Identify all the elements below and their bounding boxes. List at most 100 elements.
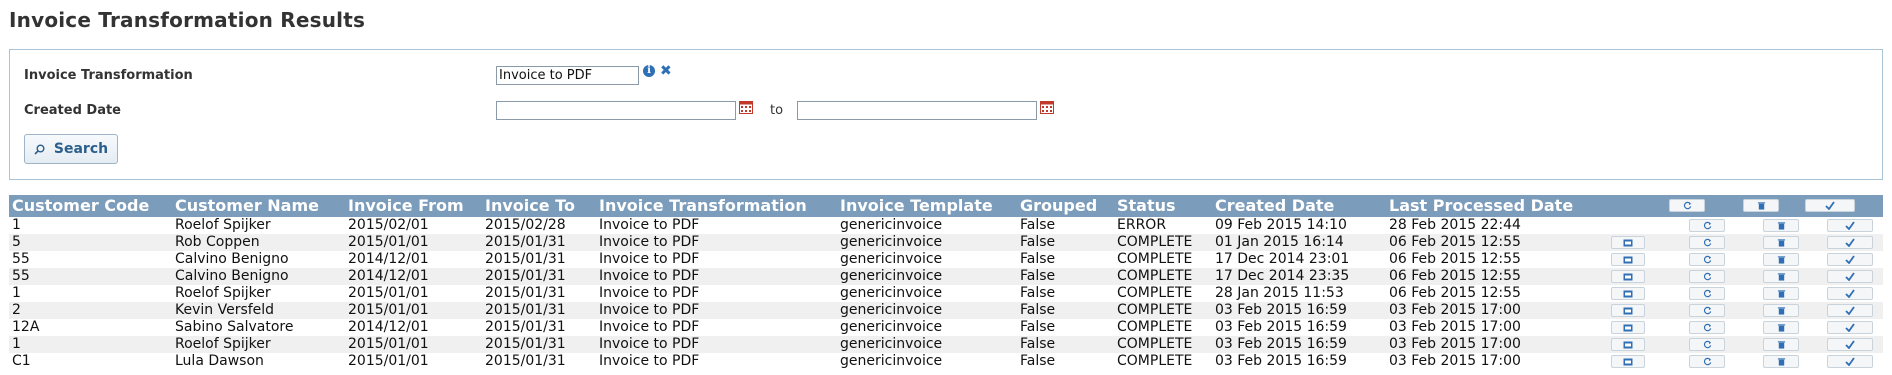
search-button-label: Search — [53, 141, 109, 157]
transformation-input[interactable] — [496, 66, 639, 85]
col-invoice-from[interactable]: Invoice From — [348, 196, 464, 215]
view-button[interactable] — [1611, 338, 1645, 351]
calendar-icon[interactable] — [739, 100, 753, 114]
delete-button[interactable] — [1763, 236, 1799, 249]
cell-customer-name: Sabino Salvatore — [175, 319, 294, 335]
reprocess-button[interactable] — [1689, 355, 1725, 368]
table-row[interactable]: C1 Lula Dawson 2015/01/01 2015/01/31 Invoice… — [9, 353, 1883, 370]
delete-all-button[interactable] — [1743, 199, 1779, 212]
cell-customer-name: Rob Coppen — [175, 234, 260, 250]
col-last-processed-date[interactable]: Last Processed Date — [1389, 196, 1573, 215]
view-button[interactable] — [1611, 304, 1645, 317]
search-button[interactable]: Search — [24, 134, 118, 164]
view-icon — [1623, 307, 1633, 314]
approve-button[interactable] — [1827, 304, 1873, 317]
view-button[interactable] — [1611, 270, 1645, 283]
approve-button[interactable] — [1827, 253, 1873, 266]
delete-button[interactable] — [1763, 270, 1799, 283]
reprocess-button[interactable] — [1689, 304, 1725, 317]
table-row[interactable]: 12A Sabino Salvatore 2014/12/01 2015/01/31 I… — [9, 319, 1883, 336]
cell-last-processed-date: 28 Feb 2015 22:44 — [1389, 217, 1521, 233]
cell-invoice-template: genericinvoice — [840, 285, 943, 301]
cell-customer-code: 55 — [12, 251, 30, 267]
table-row[interactable]: 1 Roelof Spijker 2015/02/01 2015/02/28 Invoi… — [9, 217, 1883, 234]
delete-button[interactable] — [1763, 304, 1799, 317]
table-row[interactable]: 55 Calvino Benigno 2014/12/01 2015/01/31 Inv… — [9, 268, 1883, 285]
view-icon — [1623, 324, 1633, 331]
col-created-date[interactable]: Created Date — [1215, 196, 1334, 215]
cell-created-date: 17 Dec 2014 23:01 — [1215, 251, 1350, 267]
reprocess-icon — [1703, 340, 1711, 349]
reprocess-icon — [1703, 272, 1711, 281]
cell-created-date: 17 Dec 2014 23:35 — [1215, 268, 1350, 284]
delete-button[interactable] — [1763, 355, 1799, 368]
view-button[interactable] — [1611, 355, 1645, 368]
approve-button[interactable] — [1827, 270, 1873, 283]
to-label: to — [770, 103, 784, 118]
reprocess-icon — [1703, 323, 1711, 332]
calendar-icon[interactable] — [1040, 100, 1054, 114]
date-from-input[interactable] — [496, 101, 736, 120]
col-invoice-transformation[interactable]: Invoice Transformation — [599, 196, 807, 215]
delete-button[interactable] — [1763, 338, 1799, 351]
reprocess-button[interactable] — [1689, 253, 1725, 266]
approve-button[interactable] — [1827, 321, 1873, 334]
cell-customer-code: 1 — [12, 285, 21, 301]
approve-all-button[interactable] — [1805, 199, 1855, 212]
approve-button[interactable] — [1827, 219, 1873, 232]
approve-button[interactable] — [1827, 287, 1873, 300]
view-button[interactable] — [1611, 321, 1645, 334]
approve-icon — [1845, 221, 1855, 230]
delete-button[interactable] — [1763, 287, 1799, 300]
col-status[interactable]: Status — [1117, 196, 1176, 215]
cell-last-processed-date: 03 Feb 2015 17:00 — [1389, 319, 1521, 335]
date-to-input[interactable] — [797, 101, 1037, 120]
cell-customer-code: 2 — [12, 302, 21, 318]
cell-invoice-transformation: Invoice to PDF — [599, 251, 700, 267]
cell-status: COMPLETE — [1117, 234, 1193, 250]
delete-icon — [1777, 290, 1785, 298]
col-invoice-to[interactable]: Invoice To — [485, 196, 575, 215]
reprocess-button[interactable] — [1689, 270, 1725, 283]
approve-button[interactable] — [1827, 338, 1873, 351]
cell-invoice-from: 2014/12/01 — [348, 319, 429, 335]
cell-last-processed-date: 03 Feb 2015 17:00 — [1389, 353, 1521, 369]
table-row[interactable]: 55 Calvino Benigno 2014/12/01 2015/01/31 Inv… — [9, 251, 1883, 268]
approve-icon — [1845, 255, 1855, 264]
created-date-label: Created Date — [24, 103, 121, 118]
approve-button[interactable] — [1827, 355, 1873, 368]
reprocess-button[interactable] — [1689, 219, 1725, 232]
view-icon — [1623, 290, 1633, 297]
approve-button[interactable] — [1827, 236, 1873, 249]
view-button[interactable] — [1611, 287, 1645, 300]
clear-icon[interactable]: ✖ — [660, 64, 672, 78]
info-icon[interactable]: i — [643, 65, 655, 77]
col-grouped[interactable]: Grouped — [1020, 196, 1097, 215]
delete-icon — [1777, 239, 1785, 247]
delete-button[interactable] — [1763, 219, 1799, 232]
cell-invoice-template: genericinvoice — [840, 217, 943, 233]
col-customer-code[interactable]: Customer Code — [12, 196, 149, 215]
col-customer-name[interactable]: Customer Name — [175, 196, 319, 215]
cell-grouped: False — [1020, 353, 1056, 369]
reprocess-button[interactable] — [1689, 321, 1725, 334]
delete-button[interactable] — [1763, 321, 1799, 334]
col-invoice-template[interactable]: Invoice Template — [840, 196, 993, 215]
reprocess-all-button[interactable] — [1669, 199, 1705, 212]
cell-status: COMPLETE — [1117, 336, 1193, 352]
table-row[interactable]: 2 Kevin Versfeld 2015/01/01 2015/01/31 Invoi… — [9, 302, 1883, 319]
delete-button[interactable] — [1763, 253, 1799, 266]
view-button[interactable] — [1611, 253, 1645, 266]
table-row[interactable]: 5 Rob Coppen 2015/01/01 2015/01/31 Invoice t… — [9, 234, 1883, 251]
view-button[interactable] — [1611, 236, 1645, 249]
cell-invoice-from: 2015/01/01 — [348, 285, 429, 301]
reprocess-icon — [1703, 255, 1711, 264]
reprocess-button[interactable] — [1689, 236, 1725, 249]
table-row[interactable]: 1 Roelof Spijker 2015/01/01 2015/01/31 Invoi… — [9, 336, 1883, 353]
table-row[interactable]: 1 Roelof Spijker 2015/01/01 2015/01/31 Invoi… — [9, 285, 1883, 302]
cell-invoice-to: 2015/01/31 — [485, 336, 566, 352]
cell-invoice-to: 2015/01/31 — [485, 319, 566, 335]
cell-invoice-to: 2015/01/31 — [485, 285, 566, 301]
reprocess-button[interactable] — [1689, 287, 1725, 300]
reprocess-button[interactable] — [1689, 338, 1725, 351]
